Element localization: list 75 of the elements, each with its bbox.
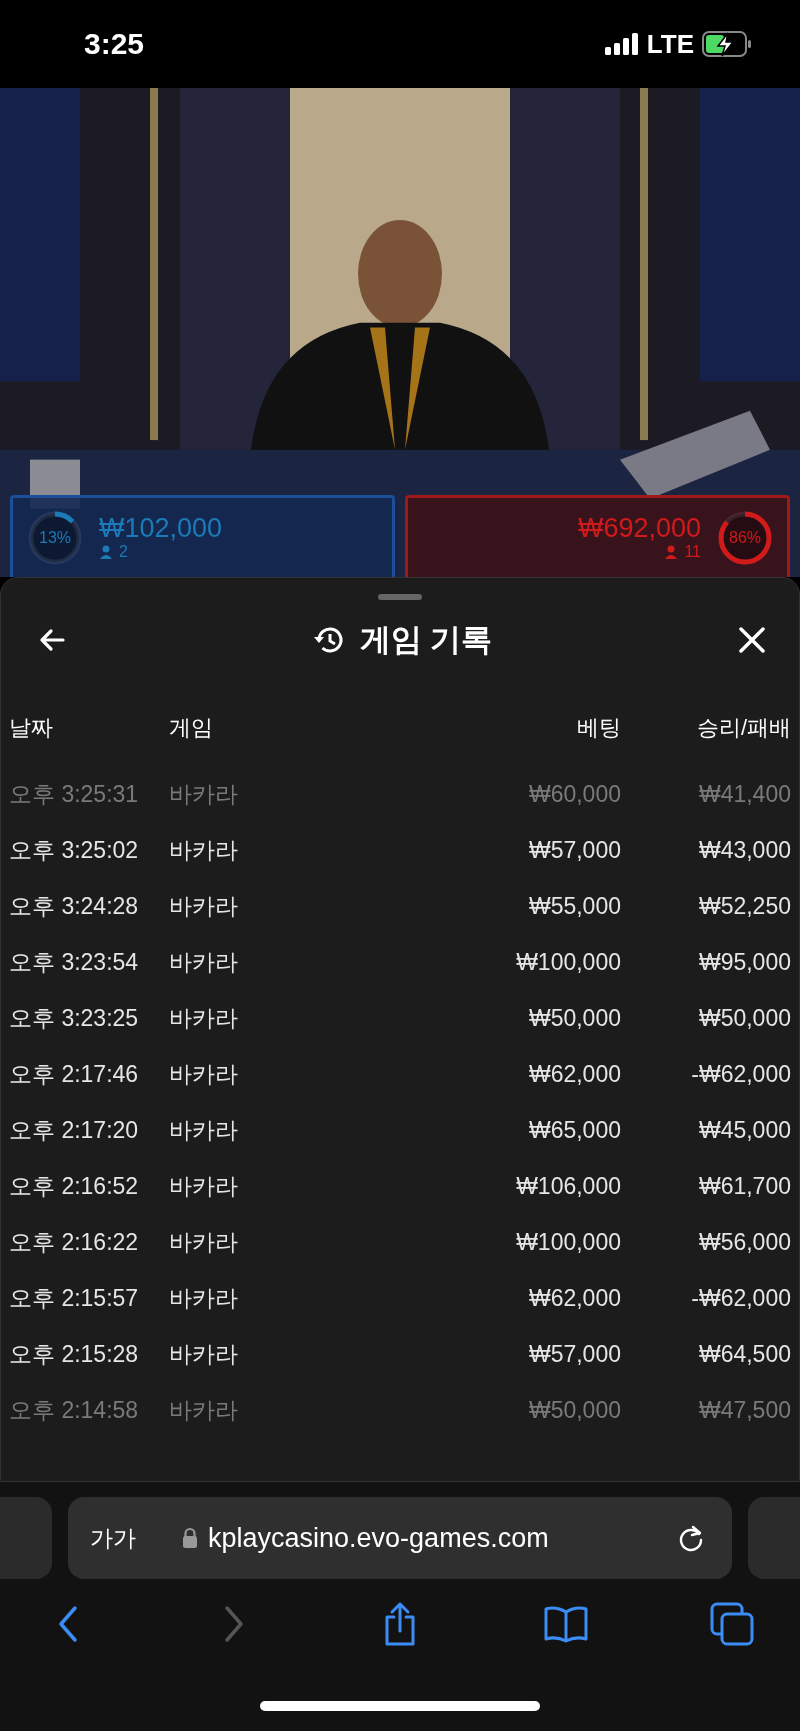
table-cell-text: ₩47,500	[697, 1396, 791, 1424]
bet-panel[interactable]: 13% ₩102,000 2	[10, 495, 395, 577]
table-cell-text: ₩43,000	[697, 836, 791, 864]
table-cell-text: 오후 3:23:54	[9, 947, 140, 977]
player-count: 11	[684, 543, 701, 562]
signal-icon	[604, 33, 639, 55]
percent-label: 13%	[39, 528, 71, 547]
percent-label: 86%	[729, 528, 761, 547]
table-cell-text: ₩41,400	[697, 780, 791, 808]
table-cell-text: ₩55,000	[527, 892, 621, 920]
table-cell-text: 바카라	[169, 1283, 239, 1313]
table-cell-text: -₩62,000	[690, 1284, 791, 1312]
column-header: 날짜	[9, 714, 54, 742]
table-cell-text: 바카라	[169, 1171, 239, 1201]
book-icon	[543, 1604, 589, 1644]
table-cell-text: ₩57,000	[527, 1340, 621, 1368]
table-cell-text: 오후 2:15:28	[9, 1339, 140, 1369]
table-cell-text: 오후 2:17:20	[9, 1115, 140, 1145]
bet-amount: ₩692,000	[577, 513, 701, 544]
table-cell-text: ₩65,000	[527, 1116, 621, 1144]
bet-amount: ₩102,000	[99, 513, 223, 544]
table-cell-text: 오후 2:17:46	[9, 1059, 140, 1089]
table-cell-text: 바카라	[169, 1227, 239, 1257]
table-cell-text: ₩100,000	[515, 948, 621, 976]
table-cell-text: 오후 2:14:58	[9, 1395, 140, 1425]
table-cell-text: ₩61,700	[697, 1172, 791, 1200]
battery-charging-icon	[702, 31, 752, 57]
table-cell-text: 오후 2:16:52	[9, 1171, 140, 1201]
table-cell-text: 오후 3:25:31	[9, 779, 140, 809]
table-cell-text: 바카라	[169, 1339, 239, 1369]
table-cell-text: 오후 3:25:02	[9, 835, 140, 865]
close-button[interactable]	[737, 625, 767, 655]
column-header: 게임	[169, 714, 214, 742]
table-cell-text: 오후 3:24:28	[9, 891, 140, 921]
table-cell-text: 바카라	[169, 1003, 239, 1033]
table-cell-text: ₩45,000	[697, 1116, 791, 1144]
table-cell-text: 바카라	[169, 1059, 239, 1089]
table-cell-text: ₩60,000	[527, 780, 621, 808]
sheet-title: 게임 기록	[359, 621, 493, 659]
table-cell-text: -₩62,000	[690, 1060, 791, 1088]
table-cell-text: ₩50,000	[527, 1396, 621, 1424]
table-cell-text: 오후 2:16:22	[9, 1227, 140, 1257]
table-cell-text: 바카라	[169, 947, 239, 977]
table-cell-text: ₩57,000	[527, 836, 621, 864]
address-bar[interactable]: 가가 kplaycasino.evo-games.com	[68, 1497, 732, 1579]
column-header: 베팅	[576, 714, 621, 742]
table-cell-text: ₩64,500	[697, 1340, 791, 1368]
person-icon	[664, 545, 679, 560]
network-label: LTE	[646, 28, 694, 60]
table-cell-text: ₩95,000	[697, 948, 791, 976]
table-cell-text: ₩50,000	[527, 1004, 621, 1032]
table-cell-text: ₩100,000	[515, 1228, 621, 1256]
table-cell-text: 바카라	[169, 1115, 239, 1145]
player-count: 2	[119, 543, 128, 562]
close-icon	[737, 625, 767, 655]
url-text: kplaycasino.evo-games.com	[208, 1522, 550, 1554]
table-cell-text: ₩50,000	[697, 1004, 791, 1032]
column-header: 승리/패배	[695, 714, 791, 742]
table-cell-text: ₩56,000	[697, 1228, 791, 1256]
status-time: 3:25	[84, 27, 145, 61]
table-cell-text: 바카라	[169, 1395, 239, 1425]
table-cell-text: 오후 2:15:57	[9, 1283, 140, 1313]
table-cell-text: ₩62,000	[527, 1060, 621, 1088]
table-cell-text: 바카라	[169, 891, 239, 921]
table-cell-text: ₩52,250	[697, 892, 791, 920]
table-cell-text: 바카라	[169, 779, 239, 809]
table-cell-text: ₩62,000	[527, 1284, 621, 1312]
sheet-handle[interactable]	[378, 594, 422, 600]
lock-icon	[182, 1527, 198, 1549]
table-cell-text: 바카라	[169, 835, 239, 865]
table-cell-text: 오후 3:23:25	[9, 1003, 140, 1033]
person-icon	[99, 545, 113, 560]
table-cell-text: ₩106,000	[515, 1172, 621, 1200]
tabs-icon	[710, 1602, 754, 1646]
text-size-button[interactable]: 가가	[90, 1522, 136, 1554]
